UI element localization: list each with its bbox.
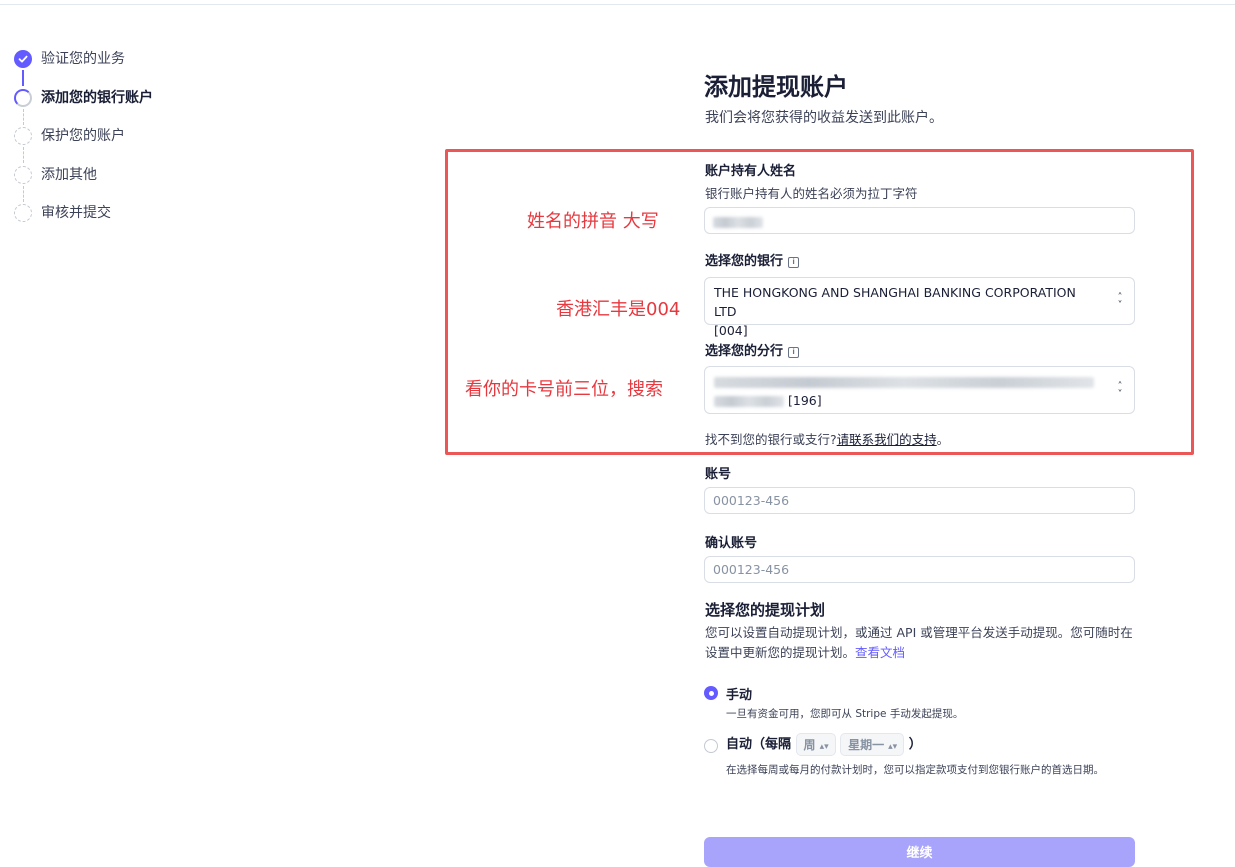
- bank-name: THE HONGKONG AND SHANGHAI BANKING CORPOR…: [714, 285, 1076, 319]
- weekday-select[interactable]: 星期一 ▴▾: [840, 733, 905, 756]
- automatic-radio[interactable]: [704, 739, 718, 753]
- progress-circle-icon: [14, 88, 32, 107]
- confirm-account-field[interactable]: [704, 556, 1135, 583]
- account-number-field[interactable]: [704, 487, 1135, 514]
- redacted-branch-name: [714, 396, 784, 407]
- chevron-up-down-icon: ˄ ˅: [1117, 292, 1123, 311]
- confirm-account-input[interactable]: [713, 562, 1126, 577]
- manual-label: 手动: [726, 688, 753, 703]
- branch-label: 选择您的分行 i: [705, 340, 800, 359]
- redacted-name: [713, 216, 763, 228]
- interval-select[interactable]: 周 ▴▾: [795, 733, 836, 756]
- payout-schedule-description: 您可以设置自动提现计划，或通过 API 或管理平台发送手动提现。您可随时在设置中…: [705, 625, 1133, 660]
- manual-radio[interactable]: [704, 686, 718, 700]
- holder-name-label: 账户持有人姓名: [705, 164, 797, 179]
- bank-code: [004]: [714, 323, 748, 338]
- step-label: 审核并提交: [41, 205, 111, 221]
- step-label: 添加其他: [41, 166, 97, 183]
- automatic-description: 在选择每周或每月的付款计划时，您可以指定款项支付到您银行账户的首选日期。: [726, 764, 1104, 776]
- account-number-input[interactable]: [713, 493, 1126, 508]
- annotation-name-note: 姓名的拼音 大写: [527, 211, 659, 232]
- automatic-label: 自动（每隔 周 ▴▾ 星期一 ▴▾ ）: [726, 733, 922, 756]
- bank-label: 选择您的银行 i: [705, 250, 800, 269]
- continue-button[interactable]: 继续: [704, 837, 1135, 867]
- contact-support-link[interactable]: 请联系我们的支持: [837, 432, 937, 447]
- branch-code: [196]: [787, 393, 822, 408]
- step-review-submit[interactable]: 审核并提交: [14, 202, 214, 241]
- step-connector: [22, 108, 24, 125]
- step-add-bank-account[interactable]: 添加您的银行账户: [14, 87, 214, 126]
- pending-circle-icon: [14, 165, 32, 184]
- check-circle-icon: [14, 50, 32, 68]
- step-label: 添加您的银行账户: [41, 89, 153, 106]
- redacted-branch-name: [714, 377, 1094, 388]
- page-subtitle: 我们会将您获得的收益发送到此账户。: [705, 110, 943, 126]
- chevron-up-down-icon: ▴▾: [888, 742, 898, 752]
- onboarding-stepper: 验证您的业务 添加您的银行账户 保护您的账户 添加其他 审核并提交: [14, 48, 214, 241]
- top-divider: [0, 4, 1235, 5]
- annotation-branch-note: 看你的卡号前三位，搜索: [465, 379, 663, 400]
- bank-select[interactable]: THE HONGKONG AND SHANGHAI BANKING CORPOR…: [704, 277, 1135, 338]
- step-label: 保护您的账户: [41, 128, 125, 144]
- pending-circle-icon: [14, 204, 32, 222]
- annotation-bank-note: 香港汇丰是004: [556, 299, 681, 320]
- step-connector: [22, 185, 24, 202]
- pending-circle-icon: [14, 127, 32, 145]
- payout-schedule-title: 选择您的提现计划: [705, 601, 826, 619]
- step-connector: [22, 147, 24, 163]
- holder-name-hint: 银行账户持有人的姓名必须为拉丁字符: [705, 186, 918, 201]
- chevron-up-down-icon: ▴▾: [819, 742, 829, 752]
- view-docs-link[interactable]: 查看文档: [855, 645, 905, 660]
- info-icon[interactable]: i: [788, 257, 800, 268]
- step-label: 验证您的业务: [41, 51, 125, 67]
- info-icon[interactable]: i: [788, 347, 800, 358]
- holder-name-field[interactable]: [704, 207, 1135, 234]
- step-connector: [22, 70, 24, 86]
- chevron-up-down-icon: ˄ ˅: [1117, 381, 1123, 400]
- confirm-account-label: 确认账号: [705, 536, 758, 551]
- step-add-extras[interactable]: 添加其他: [14, 164, 214, 203]
- page-title: 添加提现账户: [704, 73, 848, 101]
- manual-description: 一旦有资金可用，您即可从 Stripe 手动发起提现。: [726, 708, 964, 720]
- step-secure-account[interactable]: 保护您的账户: [14, 125, 214, 164]
- account-number-label: 账号: [705, 467, 732, 482]
- branch-select[interactable]: [196] ˄ ˅: [704, 366, 1135, 414]
- step-verify-business[interactable]: 验证您的业务: [14, 48, 214, 87]
- bank-help-text: 找不到您的银行或支行?请联系我们的支持。: [705, 432, 950, 447]
